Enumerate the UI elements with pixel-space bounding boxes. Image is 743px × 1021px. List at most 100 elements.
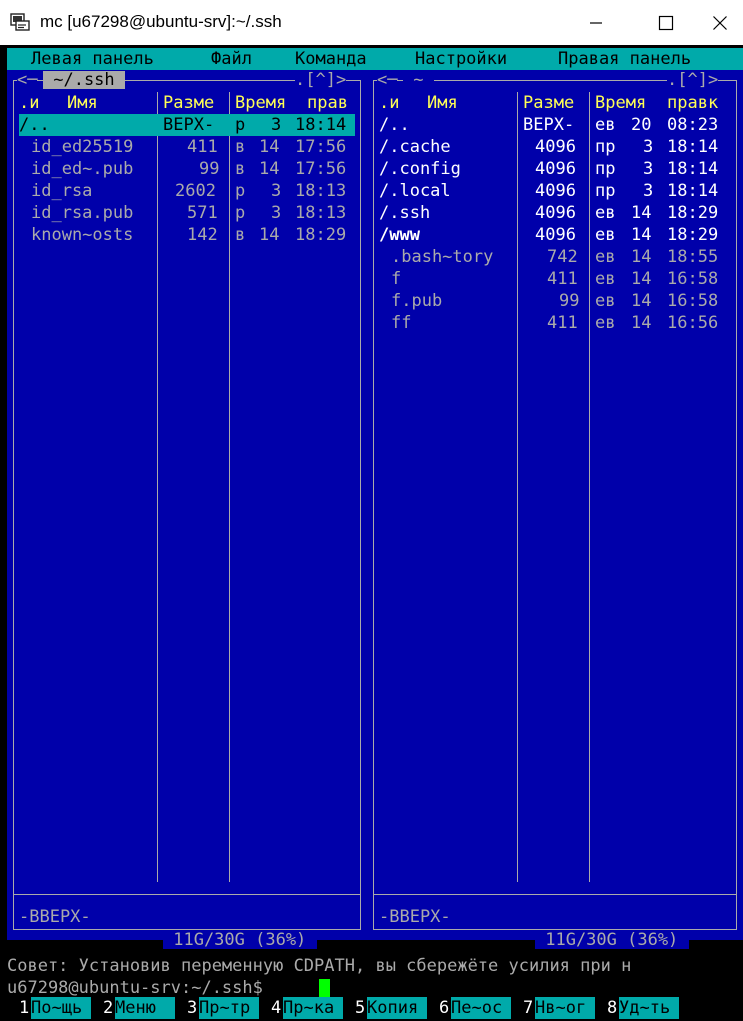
right-col-sort[interactable]: .и [379,92,399,114]
right-row-4-name: /.ssh [379,203,431,223]
left-row-0-month: р [235,115,246,135]
right-row-3-month: пр [595,181,616,201]
menu-file[interactable]: Файл [211,48,252,70]
fkey-label: Уд~ть [619,997,679,1019]
right-row-7-time: 16:58 [667,269,719,289]
right-col-time[interactable]: Время [595,92,646,114]
left-row-4-month: р [235,203,246,223]
terminal[interactable]: Левая панель Файл Команда Настройки Прав… [7,45,743,1021]
text-cursor [319,979,330,998]
right-col-perm[interactable]: правк [667,92,718,114]
maximize-icon [658,15,674,30]
left-panel-arrow[interactable]: <─ [17,71,38,89]
right-row-3-size: 4096 [535,181,576,201]
left-row-3-size: 2602 [175,181,216,201]
menu-bar: Левая панель Файл Команда Настройки Прав… [7,48,743,70]
left-col-perm[interactable]: прав [307,92,348,114]
right-row-5-time: 18:29 [667,225,719,245]
fkey-num: 5 [355,998,366,1018]
left-col-sep-2 [229,92,230,882]
right-row-8-time: 16:58 [667,291,719,311]
left-row-0-size: ВЕРХ- [163,115,215,135]
right-row-1-time: 18:14 [667,137,719,157]
left-row-3-day: 3 [271,181,282,201]
right-row-5-month: ев [595,225,616,245]
right-col-name[interactable]: Имя [427,92,458,114]
right-panel-status: -ВВЕРХ- [379,907,451,927]
left-row-5-month: в [235,225,246,245]
fkey-label: Пе~ос [451,997,511,1019]
fkey-label: Пр~тр [199,997,259,1019]
minimize-icon [590,21,602,24]
hint-line: Совет: Установив переменную CDPATH, вы с… [7,956,632,976]
left-col-sort[interactable]: .и [19,92,39,114]
left-row-0-time: 18:14 [295,115,347,135]
menu-left-panel[interactable]: Левая панель [31,48,154,70]
left-row-4-size: 571 [187,203,218,223]
left-panel-corner[interactable]: .[^]> [295,71,347,89]
menu-command[interactable]: Команда [295,48,367,70]
right-panel-arrow[interactable]: <─ [377,71,398,89]
right-row-9-name: ff [391,313,412,333]
right-panel[interactable]: <─ ~ .[^]> .и Имя Разме Время правк /.. … [365,70,743,949]
window-title: mc [u67298@ubuntu-srv]:~/.ssh [40,12,282,31]
left-row-5-time: 18:29 [295,225,347,245]
left-row-4-time: 18:13 [295,203,347,223]
fkey-num: 1 [19,998,30,1018]
right-row-2-name: /.config [379,159,461,179]
left-row-3-month: р [235,181,246,201]
fkey-label: Копия [367,997,427,1019]
right-row-5-day: 14 [631,225,652,245]
minimize-button[interactable] [573,0,619,45]
left-panel-path[interactable]: ~/.ssh [43,71,125,89]
right-row-8-day: 14 [631,291,652,311]
fkey-label: По~щь [31,997,91,1019]
left-row-5-day: 14 [259,225,280,245]
left-panel[interactable]: <─ ~/.ssh .[^]> .и Имя Разме Время прав … [7,70,365,949]
terminal-app-icon [10,13,30,31]
left-col-sep-1 [157,92,158,882]
left-row-1-time: 17:56 [295,137,347,157]
fkey-label: Пр~ка [283,997,343,1019]
right-panel-path[interactable]: ~ [403,71,434,89]
shell-prompt[interactable]: u67298@ubuntu-srv:~/.ssh$ [7,977,273,999]
right-row-6-month: ев [595,247,616,267]
right-row-0-size: ВЕРХ- [523,115,575,135]
maximize-button[interactable] [643,0,689,45]
right-row-6-time: 18:55 [667,247,719,267]
menu-options[interactable]: Настройки [415,48,507,70]
right-panel-corner[interactable]: .[^]> [667,71,719,89]
left-col-name[interactable]: Имя [67,92,98,114]
right-row-7-size: 411 [547,269,578,289]
right-row-8-name: f.pub [391,291,443,311]
menu-right-panel[interactable]: Правая панель [558,48,691,70]
right-row-9-day: 14 [631,313,652,333]
right-row-4-time: 18:29 [667,203,719,223]
right-row-8-month: ев [595,291,616,311]
left-status-sep [13,894,361,895]
left-row-1-name: id_ed25519 [31,137,134,157]
right-col-sep-2 [589,92,590,882]
right-row-9-time: 16:56 [667,313,719,333]
left-col-time[interactable]: Время [235,92,286,114]
left-row-1-day: 14 [259,137,280,157]
fkey-num: 3 [187,998,198,1018]
right-col-size[interactable]: Разме [523,92,574,114]
right-row-6-name: .bash~tory [391,247,494,267]
right-row-3-time: 18:14 [667,181,719,201]
close-button[interactable] [697,0,743,45]
left-panel-disk: 11G/30G (36%) [163,930,317,950]
left-row-2-day: 14 [259,159,280,179]
right-row-1-month: пр [595,137,616,157]
right-row-2-day: 3 [643,159,654,179]
right-row-4-month: ев [595,203,616,223]
left-row-selected[interactable]: /.. ВЕРХ- р 3 18:14 [19,114,355,136]
left-row-0-name: /.. [19,115,50,135]
left-col-size[interactable]: Разме [163,92,214,114]
right-row-4-size: 4096 [535,203,576,223]
left-row-0-day: 3 [271,115,282,135]
left-row-2-size: 99 [199,159,220,179]
right-row-7-month: ев [595,269,616,289]
right-row-0-name: /.. [379,115,410,135]
right-row-8-size: 99 [559,291,580,311]
